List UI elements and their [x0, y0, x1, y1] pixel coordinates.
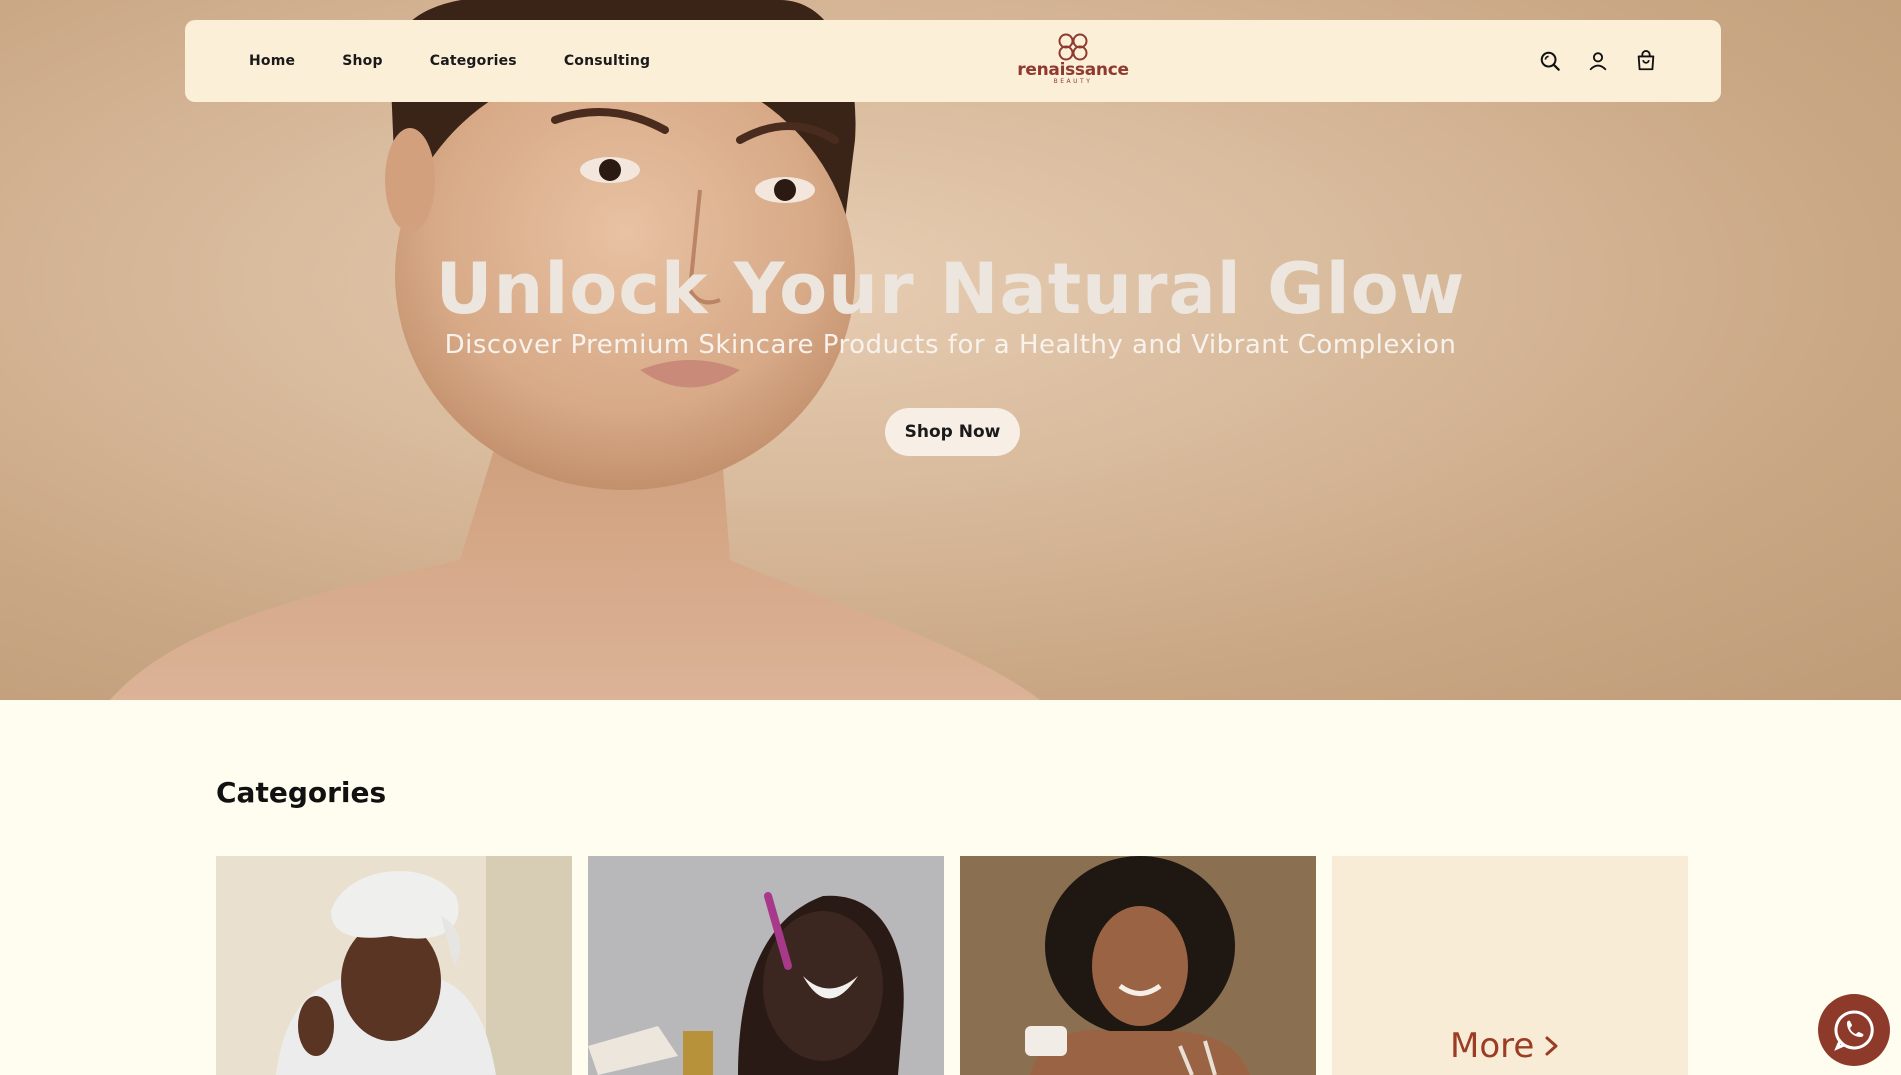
category-image-2 — [588, 856, 944, 1075]
more-label: More — [1450, 1026, 1535, 1066]
logo-wordmark: renaissance — [1017, 60, 1129, 80]
nav-link-consulting[interactable]: Consulting — [564, 53, 650, 69]
category-card-1[interactable] — [216, 856, 572, 1075]
user-icon[interactable] — [1587, 50, 1609, 72]
search-icon[interactable] — [1539, 50, 1561, 72]
butterfly-logo-icon — [1058, 33, 1088, 61]
nav-links: Home Shop Categories Consulting — [249, 20, 650, 102]
cart-icon[interactable] — [1635, 50, 1657, 72]
hero-title: Unlock Your Natural Glow — [435, 248, 1466, 330]
main-navbar: Home Shop Categories Consulting renaissa… — [185, 20, 1721, 102]
hero-subtitle: Discover Premium Skincare Products for a… — [444, 330, 1457, 360]
whatsapp-chat-button[interactable] — [1818, 994, 1890, 1066]
nav-link-home[interactable]: Home — [249, 53, 295, 69]
category-card-2[interactable] — [588, 856, 944, 1075]
category-image-1 — [216, 856, 572, 1075]
chevron-right-icon — [1545, 1036, 1558, 1056]
whatsapp-icon — [1834, 1010, 1874, 1051]
logo-subtitle: BEAUTY — [1053, 78, 1093, 85]
category-card-more[interactable]: More — [1332, 856, 1688, 1075]
more-categories-link[interactable]: More — [1450, 1026, 1560, 1066]
category-image-3 — [960, 856, 1316, 1075]
hero-banner: Home Shop Categories Consulting renaissa… — [0, 0, 1901, 700]
nav-icon-group — [1539, 20, 1657, 102]
category-card-3[interactable] — [960, 856, 1316, 1075]
shop-now-button[interactable]: Shop Now — [885, 408, 1020, 456]
nav-link-shop[interactable]: Shop — [342, 53, 383, 69]
brand-logo[interactable]: renaissance BEAUTY — [1017, 32, 1129, 92]
nav-link-categories[interactable]: Categories — [430, 53, 517, 69]
categories-heading: Categories — [216, 776, 387, 809]
